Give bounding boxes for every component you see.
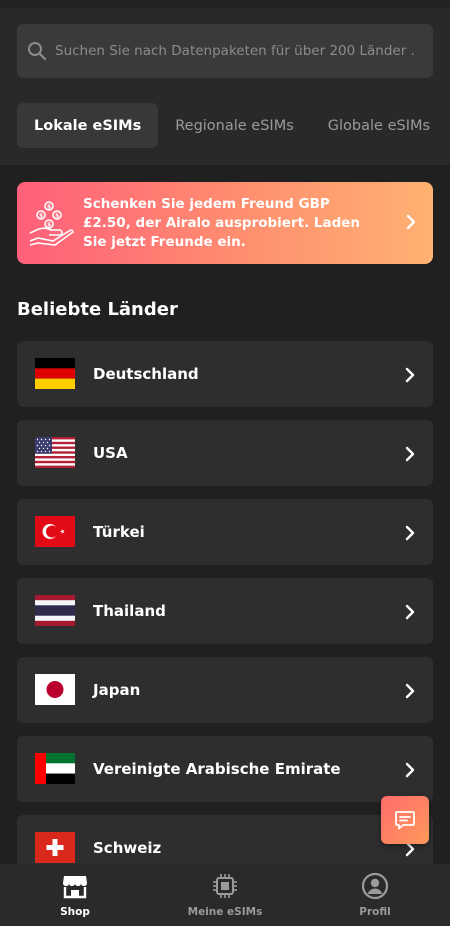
nav-my-esims[interactable]: Meine eSIMs [150, 864, 300, 926]
nav-label: Profil [359, 906, 391, 918]
chevron-right-icon [406, 214, 416, 230]
tab-local-esims[interactable]: Lokale eSIMs [17, 103, 159, 148]
usa-flag-icon [35, 437, 75, 468]
referral-promo-banner[interactable]: $ $ $ $ Schenken Sie jedem Freund GBP £2… [17, 182, 433, 264]
search-icon [28, 42, 47, 61]
svg-text:$: $ [39, 213, 43, 220]
list-item-turkey[interactable]: Türkei [17, 499, 433, 565]
profile-icon [361, 872, 389, 900]
header-strip [0, 0, 450, 8]
list-item-usa[interactable]: USA [17, 420, 433, 486]
country-label: Schweiz [93, 839, 162, 857]
chevron-right-icon [405, 604, 415, 620]
gift-hand-icon: $ $ $ $ [29, 201, 74, 246]
switzerland-flag-icon [35, 832, 75, 863]
country-label: Japan [93, 681, 141, 699]
search-bar[interactable] [17, 24, 433, 78]
bottom-navigation: Shop Meine eSIMs Profil [0, 864, 450, 926]
thailand-flag-icon [35, 595, 75, 626]
country-label: Vereinigte Arabische Emirate [93, 760, 341, 778]
tab-regional-esims[interactable]: Regionale eSIMs [158, 103, 311, 148]
uae-flag-icon [35, 753, 75, 784]
tab-global-esims[interactable]: Globale eSIMs [311, 103, 447, 148]
germany-flag-icon [35, 358, 75, 389]
turkey-flag-icon [35, 516, 75, 547]
sim-chip-icon [213, 874, 237, 898]
shop-icon [63, 876, 87, 899]
svg-text:$: $ [47, 222, 51, 229]
chevron-right-icon [405, 525, 415, 541]
promo-text: Schenken Sie jedem Freund GBP £2.50, der… [83, 195, 361, 250]
chat-icon [395, 811, 415, 830]
chevron-right-icon [405, 367, 415, 383]
list-item-uae[interactable]: Vereinigte Arabische Emirate [17, 736, 433, 802]
country-list: Deutschland USA Türkei Thailand Japan Ve… [17, 341, 433, 894]
nav-label: Shop [60, 906, 90, 918]
svg-text:$: $ [47, 204, 51, 211]
section-title: Beliebte Länder [17, 299, 178, 320]
country-label: Türkei [93, 523, 145, 541]
nav-profile[interactable]: Profil [300, 864, 450, 926]
country-label: Deutschland [93, 365, 199, 383]
chevron-right-icon [405, 683, 415, 699]
nav-shop[interactable]: Shop [0, 864, 150, 926]
nav-label: Meine eSIMs [187, 906, 263, 918]
country-label: USA [93, 444, 128, 462]
esim-type-tabs: Lokale eSIMs Regionale eSIMs Globale eSI… [17, 103, 447, 148]
japan-flag-icon [35, 674, 75, 705]
svg-text:$: $ [55, 213, 59, 220]
list-item-thailand[interactable]: Thailand [17, 578, 433, 644]
list-item-germany[interactable]: Deutschland [17, 341, 433, 407]
list-item-japan[interactable]: Japan [17, 657, 433, 723]
search-input[interactable] [55, 43, 415, 59]
country-label: Thailand [93, 602, 166, 620]
chevron-right-icon [405, 446, 415, 462]
chevron-right-icon [405, 762, 415, 778]
chat-support-button[interactable] [381, 796, 429, 844]
